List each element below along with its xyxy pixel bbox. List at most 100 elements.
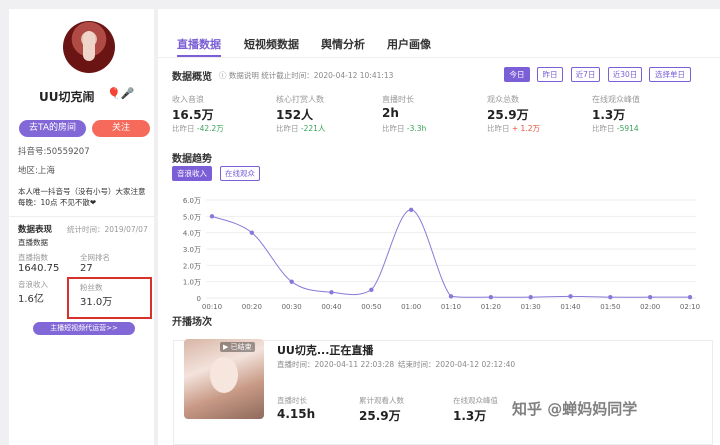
stat-label: 直播指数 (18, 253, 48, 262)
compare-value: -221人 (300, 124, 326, 133)
x-tick-label: 00:40 (321, 303, 341, 311)
session-end-time: 结束时间：2020-04-12 02:12:40 (398, 360, 516, 369)
douyin-id: 抖音号:50559207 (18, 147, 90, 157)
play-icon: ▶ (223, 343, 231, 351)
toggle-online[interactable]: 在线观众 (220, 166, 260, 181)
session-stat-value: 4.15h (277, 407, 316, 421)
compare-value: + 1.2万 (511, 124, 540, 133)
nickname: UU切克闹 (39, 90, 95, 104)
watermark: 知乎 @蝉妈妈同学 (512, 400, 638, 418)
metric-label: 观众总数 (487, 95, 519, 104)
data-point (448, 294, 454, 299)
stats-time: 统计时间：2019/07/07 (67, 225, 148, 234)
session-stat-label: 在线观众峰值 (453, 396, 498, 405)
metric-value: 2h (382, 106, 399, 120)
tab-live-data[interactable]: 直播数据 (177, 36, 221, 52)
metric-compare: 比昨日 -221人 (276, 123, 325, 134)
metric-compare: 比昨日 -42.2万 (172, 123, 224, 134)
range-30d-button[interactable]: 近30日 (608, 67, 642, 82)
metric-value: 152人 (276, 108, 314, 122)
follow-button[interactable]: 关注 (92, 120, 150, 137)
metric-compare: 比昨日 -5914 (592, 123, 639, 134)
avatar[interactable] (63, 21, 115, 73)
toggle-income[interactable]: 音浪收入 (172, 166, 212, 181)
metric-compare: 比昨日 + 1.2万 (487, 123, 540, 134)
profile-description: 本人唯一抖音号（没有小号）大家注意 每晚：10点 不见不散❤ (18, 186, 158, 208)
compare-prefix: 比昨日 (382, 124, 405, 133)
metric-value: 16.5万 (172, 108, 214, 122)
metric-compare: 比昨日 -3.3h (382, 123, 426, 134)
x-tick-label: 00:10 (202, 303, 222, 311)
data-point (209, 214, 215, 219)
description-line: 每晚：10点 不见不散❤ (18, 198, 97, 207)
y-tick-label: 2.0万 (183, 262, 201, 270)
y-tick-label: 3.0万 (183, 246, 201, 254)
overview-title: 数据概览 (172, 72, 212, 83)
overview-info: ⓘ 数据说明 统计截止时间：2020-04-12 10:41:13 (219, 70, 393, 81)
x-tick-label: 02:00 (640, 303, 660, 311)
compare-prefix: 比昨日 (276, 124, 299, 133)
data-point (408, 207, 414, 212)
x-tick-label: 01:50 (600, 303, 620, 311)
promo-button[interactable]: 主播短视频代运营>> (33, 322, 135, 335)
data-point (488, 294, 494, 300)
overview-info-text: 数据说明 统计截止时间：2020-04-12 10:41:13 (228, 71, 394, 80)
metric-value: 25.9万 (487, 108, 529, 122)
x-tick-label: 00:30 (282, 303, 302, 311)
series-line (211, 209, 690, 298)
stat-value: 1640.75 (18, 263, 60, 274)
divider (158, 57, 720, 58)
y-tick-label: 0 (197, 295, 201, 303)
profile-panel: UU切克闹 🎈🎤 去TA的房间 关注 抖音号:50559207 地区:上海 本人… (9, 9, 154, 445)
x-tick-label: 01:30 (521, 303, 541, 311)
data-point (329, 290, 334, 295)
pick-day-button[interactable]: 选择单日 (649, 67, 691, 82)
stats-subtitle: 直播数据 (18, 238, 48, 247)
session-room-title[interactable]: UU切克...正在直播 (277, 342, 373, 358)
info-icon[interactable]: ⓘ (219, 71, 229, 80)
compare-prefix: 比昨日 (487, 124, 510, 133)
replay-badge-text: 已结束 (230, 343, 252, 351)
go-to-room-button[interactable]: 去TA的房间 (19, 120, 86, 137)
data-point (647, 294, 653, 300)
tab-short-video-data[interactable]: 短视频数据 (244, 36, 299, 52)
x-tick-label: 01:00 (401, 303, 421, 311)
session-stat-value: 1.3万 (453, 409, 487, 423)
compare-prefix: 比昨日 (592, 124, 615, 133)
data-point (568, 294, 573, 299)
stat-label: 粉丝数 (80, 283, 103, 292)
thumbnail-face (210, 357, 238, 393)
tab-sentiment[interactable]: 舆情分析 (321, 36, 365, 52)
x-tick-label: 01:20 (481, 303, 501, 311)
x-tick-label: 02:10 (680, 303, 700, 311)
compare-value: -3.3h (406, 124, 427, 133)
region: 地区:上海 (18, 166, 55, 176)
data-point (249, 230, 255, 235)
session-stat-label: 直播时长 (277, 396, 307, 405)
x-tick-label: 00:50 (361, 303, 381, 311)
range-today-button[interactable]: 今日 (504, 67, 530, 82)
tab-user-profile[interactable]: 用户画像 (387, 36, 431, 52)
compare-prefix: 比昨日 (172, 124, 195, 133)
compare-value: -42.2万 (196, 124, 224, 133)
metric-label: 核心打赏人数 (276, 95, 324, 104)
metric-value: 1.3万 (592, 108, 626, 122)
stat-value: 27 (80, 263, 93, 274)
session-start-time: 直播时间：2020-04-11 22:03:28 (277, 360, 395, 369)
data-point (687, 294, 693, 300)
x-tick-label: 00:20 (242, 303, 262, 311)
avatar-figure (83, 31, 95, 61)
y-tick-label: 5.0万 (183, 213, 201, 221)
metric-label: 收入音浪 (172, 95, 204, 104)
stat-value: 31.0万 (80, 297, 113, 308)
y-tick-label: 4.0万 (183, 230, 201, 238)
stat-label: 音浪收入 (18, 280, 48, 289)
metric-label: 在线观众峰值 (592, 95, 640, 104)
session-stat-label: 累计观看人数 (359, 396, 404, 405)
range-7d-button[interactable]: 近7日 (571, 67, 600, 82)
y-tick-label: 6.0万 (183, 197, 201, 205)
range-yesterday-button[interactable]: 昨日 (537, 67, 563, 82)
stats-title: 数据表现 (18, 225, 53, 235)
data-point (369, 287, 374, 293)
data-point (528, 294, 533, 300)
